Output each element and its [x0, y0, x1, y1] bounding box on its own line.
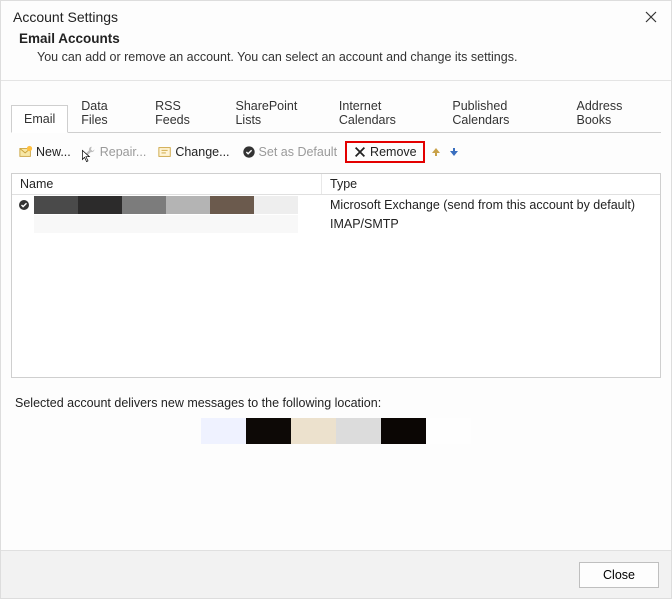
table-row[interactable]: Microsoft Exchange (send from this accou…: [12, 195, 660, 214]
dialog-title: Account Settings: [13, 9, 118, 25]
tab-rss-feeds[interactable]: RSS Feeds: [142, 92, 222, 133]
redacted-swatch: [122, 196, 166, 214]
tab-address-books[interactable]: Address Books: [563, 92, 661, 133]
tab-bar: EmailData FilesRSS FeedsSharePoint Lists…: [11, 91, 661, 133]
redacted-swatch: [336, 418, 381, 444]
location-label: Selected account delivers new messages t…: [11, 378, 661, 418]
redacted-swatch: [34, 196, 78, 214]
redacted-swatch: [34, 215, 298, 233]
row-type: Microsoft Exchange (send from this accou…: [322, 198, 660, 212]
set-default-label: Set as Default: [259, 145, 338, 159]
repair-button: Repair...: [79, 143, 151, 161]
check-circle-icon: [242, 145, 256, 159]
subheader: Email Accounts You can add or remove an …: [1, 27, 671, 74]
table-row[interactable]: IMAP/SMTP: [12, 214, 660, 233]
redacted-swatch: [166, 196, 210, 214]
tab-sharepoint-lists[interactable]: SharePoint Lists: [222, 92, 325, 133]
subtitle: Email Accounts: [19, 31, 653, 46]
footer: Close: [1, 550, 671, 598]
description: You can add or remove an account. You ca…: [19, 50, 653, 64]
list-header: Name Type: [12, 174, 660, 195]
tab-published-calendars[interactable]: Published Calendars: [439, 92, 563, 133]
redacted-swatch: [246, 418, 291, 444]
repair-label: Repair...: [100, 145, 147, 159]
row-type: IMAP/SMTP: [322, 217, 660, 231]
redacted-swatch: [381, 418, 426, 444]
accounts-list: Name Type Microsoft Exchange (send from …: [11, 173, 661, 378]
remove-x-icon: [353, 145, 367, 159]
account-settings-dialog: Account Settings Email Accounts You can …: [0, 0, 672, 599]
change-button[interactable]: Change...: [154, 143, 233, 161]
arrow-up-icon: [430, 146, 442, 158]
move-down-button[interactable]: [447, 145, 461, 159]
redacted-swatch: [201, 418, 246, 444]
remove-button[interactable]: Remove: [345, 141, 425, 163]
titlebar: Account Settings: [1, 1, 671, 27]
remove-label: Remove: [370, 145, 417, 159]
col-name-header[interactable]: Name: [12, 174, 322, 194]
wrench-icon: [83, 145, 97, 159]
tab-email[interactable]: Email: [11, 105, 68, 133]
new-button[interactable]: New...: [15, 143, 75, 161]
redacted-swatch: [426, 418, 471, 444]
mail-new-icon: [19, 145, 33, 159]
toolbar: New... Repair... Change... Set as Defaul…: [11, 133, 661, 173]
close-icon[interactable]: [643, 9, 659, 25]
default-check-icon: [18, 199, 30, 211]
change-icon: [158, 145, 172, 159]
redacted-swatch: [291, 418, 336, 444]
move-up-button[interactable]: [429, 145, 443, 159]
tab-data-files[interactable]: Data Files: [68, 92, 142, 133]
redacted-swatch: [254, 196, 298, 214]
tab-internet-calendars[interactable]: Internet Calendars: [326, 92, 439, 133]
location-path-redacted: [11, 418, 661, 444]
divider: [1, 80, 671, 81]
redacted-swatch: [78, 196, 122, 214]
redacted-swatch: [210, 196, 254, 214]
new-label: New...: [36, 145, 71, 159]
close-button[interactable]: Close: [579, 562, 659, 588]
col-type-header[interactable]: Type: [322, 174, 660, 194]
set-default-button: Set as Default: [238, 143, 342, 161]
change-label: Change...: [175, 145, 229, 159]
arrow-down-icon: [448, 146, 460, 158]
